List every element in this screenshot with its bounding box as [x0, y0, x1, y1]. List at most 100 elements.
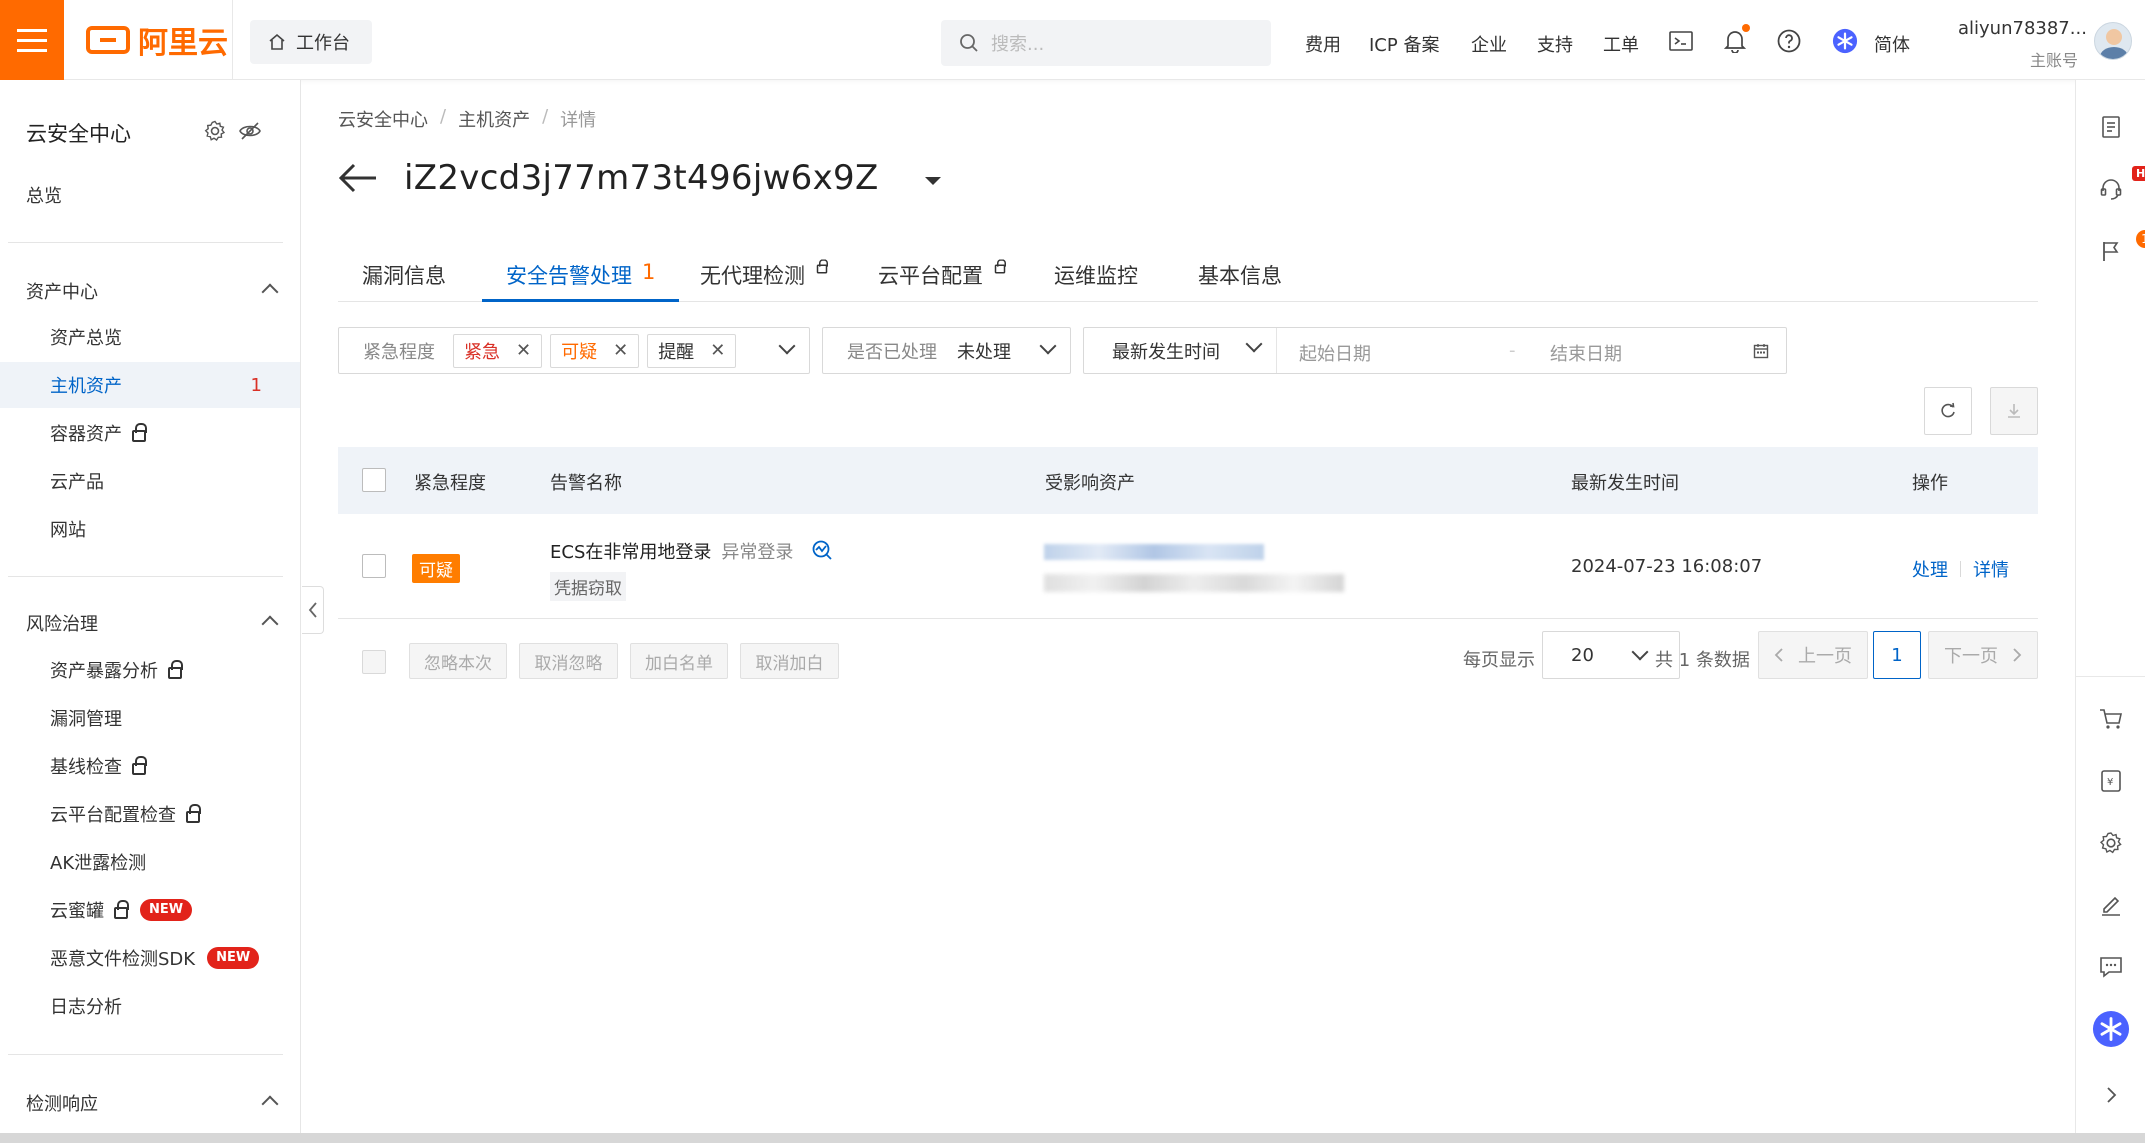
customer-service-icon[interactable]: HOT: [2096, 166, 2145, 204]
user-name[interactable]: aliyun78387...: [1958, 18, 2087, 39]
nav-ticket[interactable]: 工单: [1603, 31, 1639, 57]
eye-off-icon[interactable]: [238, 120, 262, 142]
caret-down-icon[interactable]: [924, 177, 941, 185]
prev-page-button[interactable]: 上一页: [1758, 631, 1868, 679]
page-number-button[interactable]: 1: [1873, 631, 1921, 679]
sidebar-item-overview[interactable]: 总览: [0, 172, 300, 218]
close-icon[interactable]: ✕: [516, 340, 531, 361]
close-icon[interactable]: ✕: [613, 340, 628, 361]
handle-action[interactable]: 处理: [1912, 556, 1948, 582]
prev-page-label: 上一页: [1798, 646, 1852, 667]
terminal-icon[interactable]: [1668, 28, 1694, 54]
start-date-input[interactable]: 起始日期: [1299, 340, 1371, 366]
breadcrumb-item[interactable]: 主机资产: [458, 106, 530, 132]
time-filter: 最新发生时间 起始日期 - 结束日期: [1083, 327, 1787, 374]
sidebar-item-host-assets[interactable]: 主机资产 1: [0, 362, 300, 408]
detail-action[interactable]: 详情: [1973, 556, 2009, 582]
tag-label: 提醒: [658, 341, 695, 363]
sidebar-item-log-analysis[interactable]: 日志分析: [0, 983, 300, 1029]
time-type-select[interactable]: 最新发生时间: [1084, 328, 1277, 373]
ignore-once-button[interactable]: 忽略本次: [409, 643, 507, 679]
sidebar-item-exposure-analysis[interactable]: 资产暴露分析: [0, 647, 300, 693]
refresh-button[interactable]: [1924, 387, 1972, 435]
price-calculator-icon[interactable]: ¥: [2096, 766, 2126, 796]
cancel-ignore-button[interactable]: 取消忽略: [519, 643, 618, 679]
nav-icp[interactable]: ICP 备案: [1369, 31, 1439, 57]
settings-icon[interactable]: [2096, 828, 2126, 858]
sidebar-item-honeypot[interactable]: 云蜜罐 NEW: [0, 887, 300, 933]
host-asset-count: 1: [250, 374, 262, 396]
sidebar-item-label: 总览: [26, 186, 62, 207]
ai-assistant-icon[interactable]: [1832, 28, 1858, 54]
aliyun-logo[interactable]: 阿里云: [86, 22, 228, 61]
nav-enterprise[interactable]: 企业: [1471, 31, 1507, 57]
attack-graph-icon[interactable]: [811, 539, 833, 561]
end-date-input[interactable]: 结束日期: [1550, 340, 1622, 366]
cart-icon[interactable]: [2096, 704, 2126, 734]
page-title: iZ2vcd3j77m73t496jw6x9Z: [404, 158, 879, 198]
sidebar-item-vuln-management[interactable]: 漏洞管理: [0, 695, 300, 741]
gear-icon[interactable]: [204, 120, 226, 142]
bulk-select-checkbox[interactable]: [362, 650, 386, 674]
tab-ops-monitoring[interactable]: 运维监控: [1054, 252, 1138, 302]
next-page-button[interactable]: 下一页: [1928, 631, 2038, 679]
edit-icon[interactable]: [2096, 890, 2126, 920]
global-search-input[interactable]: 搜索...: [941, 20, 1271, 66]
nav-support[interactable]: 支持: [1537, 31, 1573, 57]
alert-name-text[interactable]: ECS在非常用地登录: [550, 542, 711, 563]
sidebar-item-websites[interactable]: 网站: [0, 506, 300, 552]
severity-filter[interactable]: 紧急程度 紧急 ✕ 可疑 ✕ 提醒 ✕: [338, 327, 810, 374]
feedback-icon[interactable]: [2096, 952, 2126, 982]
avatar[interactable]: [2094, 22, 2132, 60]
close-icon[interactable]: ✕: [710, 340, 725, 361]
sidebar-item-label: 基线检查: [50, 757, 122, 778]
calendar-icon[interactable]: [1753, 343, 1769, 359]
sidebar-group-asset-center[interactable]: 资产中心: [26, 278, 279, 304]
sidebar-group-risk-governance[interactable]: 风险治理: [26, 610, 279, 636]
help-icon[interactable]: [1776, 28, 1802, 54]
sidebar-item-cloud-products[interactable]: 云产品: [0, 458, 300, 504]
lock-icon: [994, 259, 1006, 274]
sidebar-item-malware-sdk[interactable]: 恶意文件检测SDK NEW: [0, 935, 300, 981]
tab-agentless-detection[interactable]: 无代理检测: [700, 252, 829, 302]
select-all-checkbox[interactable]: [362, 468, 386, 492]
lock-icon: [168, 660, 183, 679]
sidebar-collapse-button[interactable]: [302, 586, 324, 634]
language-switch[interactable]: 简体: [1874, 31, 1910, 57]
chevron-down-icon[interactable]: [778, 337, 796, 355]
affected-asset-link[interactable]: [1044, 544, 1264, 560]
download-button[interactable]: [1990, 387, 2038, 435]
back-arrow-icon[interactable]: [338, 162, 378, 194]
breadcrumb: 云安全中心 / 主机资产 / 详情: [338, 106, 596, 132]
add-whitelist-button[interactable]: 加白名单: [630, 643, 728, 679]
cancel-whitelist-button[interactable]: 取消加白: [740, 643, 839, 679]
document-icon[interactable]: [2096, 112, 2126, 142]
tab-security-alerts[interactable]: 安全告警处理 1: [482, 252, 680, 302]
sidebar-item-label: 容器资产: [50, 424, 122, 445]
bell-icon[interactable]: [1722, 24, 1750, 54]
severity-badge: 可疑: [412, 554, 460, 583]
tab-cloud-config[interactable]: 云平台配置: [878, 252, 1007, 302]
handled-filter[interactable]: 是否已处理 未处理: [822, 327, 1071, 374]
hamburger-menu-icon[interactable]: [0, 0, 64, 80]
tab-basic-info[interactable]: 基本信息: [1198, 252, 1282, 302]
chevron-down-icon: [1631, 643, 1649, 661]
breadcrumb-item[interactable]: 云安全中心: [338, 106, 428, 132]
sidebar-item-cloud-config-check[interactable]: 云平台配置检查: [0, 791, 300, 837]
sidebar-item-asset-overview[interactable]: 资产总览: [0, 314, 300, 360]
tab-label: 漏洞信息: [362, 264, 446, 288]
workbench-button[interactable]: 工作台: [250, 20, 372, 64]
sidebar-group-detection-response[interactable]: 检测响应: [26, 1090, 279, 1116]
sidebar-item-ak-leak-detection[interactable]: AK泄露检测: [0, 839, 300, 885]
sidebar-divider: [8, 576, 283, 577]
chevron-right-icon[interactable]: [2096, 1080, 2126, 1110]
tab-label: 基本信息: [1198, 264, 1282, 288]
flag-icon[interactable]: 1: [2096, 230, 2145, 266]
lock-icon: [186, 804, 201, 823]
row-checkbox[interactable]: [362, 554, 386, 578]
nav-fees[interactable]: 费用: [1305, 31, 1341, 57]
sidebar-item-baseline-check[interactable]: 基线检查: [0, 743, 300, 789]
ai-assistant-icon[interactable]: [2092, 1010, 2130, 1048]
tab-vulnerabilities[interactable]: 漏洞信息: [362, 252, 446, 302]
sidebar-item-container-assets[interactable]: 容器资产: [0, 410, 300, 456]
